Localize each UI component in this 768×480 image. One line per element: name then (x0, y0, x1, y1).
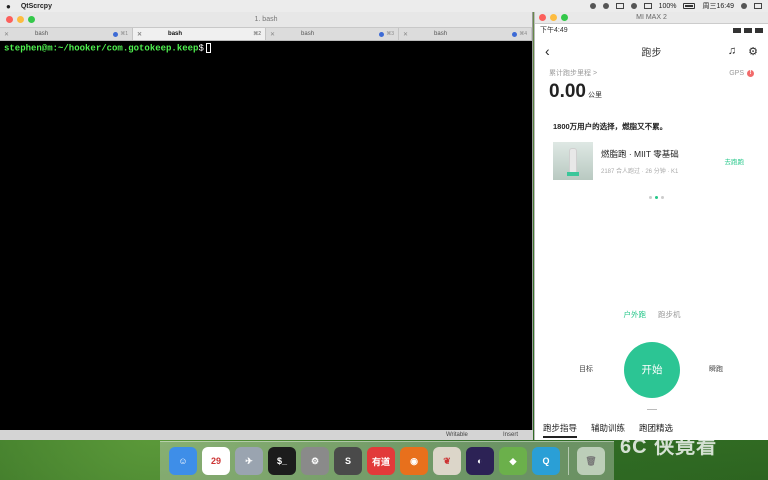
menu-bar: ● QtScrcpy 100% 周三16:49 (0, 0, 768, 12)
course-thumbnail (553, 142, 593, 180)
sublime-icon[interactable]: S (334, 447, 362, 475)
run-settings-button[interactable]: 瞬跑 (709, 364, 723, 374)
volume-icon[interactable] (643, 3, 652, 9)
terminal-window: 1. bash ✕ bash ⌘1 ✕ bash ⌘2 ✕ bash ⌘3 ✕ … (0, 12, 533, 440)
status-icon[interactable] (615, 3, 624, 9)
launchpad-icon[interactable]: ✈ (235, 447, 263, 475)
app-header: ‹ 跑步 ♫ ⚙ (535, 36, 768, 66)
run-mode-tabs: 户外跑 跑步机 (535, 309, 768, 320)
carousel-dots (545, 196, 768, 199)
finder-icon[interactable]: ☺ (169, 447, 197, 475)
menubar-app-name[interactable]: QtScrcpy (21, 3, 52, 10)
prompt-path: :~/hooker/com.gotokeep.keep (52, 43, 199, 54)
accumulated-distance-link[interactable]: 累计跑步里程 > (549, 68, 597, 78)
insert-status: Insert (503, 432, 519, 438)
terminal-status-bar: Writable Insert (0, 430, 533, 440)
menubar-time[interactable]: 周三16:49 (702, 1, 734, 11)
tab-bash-1[interactable]: ✕ bash ⌘1 (0, 28, 133, 40)
distance-header: 累计跑步里程 > GPS ! (535, 68, 768, 78)
battery-percent[interactable]: 100% (659, 3, 677, 10)
zoom-button[interactable] (561, 14, 568, 21)
qtscrcpy-icon[interactable]: Q (532, 447, 560, 475)
close-button[interactable] (6, 16, 13, 23)
gps-status[interactable]: GPS ! (729, 68, 754, 78)
prompt-symbol: $ (198, 43, 204, 54)
course-start-link[interactable]: 去跑跑 (725, 156, 745, 166)
terminal-output[interactable]: stephen@m:~/hooker/com.gotokeep.keep$ (0, 41, 532, 55)
phone-titlebar[interactable]: MI MAX 2 (535, 12, 768, 24)
promo-text: 1800万用户的选择，燃脂又不累。 (553, 122, 668, 131)
system-prefs-icon[interactable]: ⚙ (301, 447, 329, 475)
eclipse-icon[interactable]: ◐ (466, 447, 494, 475)
tab-bash-2[interactable]: ✕ bash ⌘2 (133, 28, 266, 40)
preview-icon[interactable]: ❦ (433, 447, 461, 475)
phone-window-title: MI MAX 2 (636, 14, 667, 21)
android-studio-icon[interactable]: ◆ (499, 447, 527, 475)
tab-running-guide[interactable]: 跑步指导 (543, 422, 578, 438)
signal-icon (733, 27, 741, 33)
dock: ☺ 29 ✈ $_ ⚙ S 有道 ◉ ❦ ◐ ◆ Q 🗑 (160, 441, 614, 480)
activity-icon (512, 31, 518, 37)
terminal-icon[interactable]: $_ (268, 447, 296, 475)
start-controls: 目标 开始 瞬跑 (535, 342, 768, 398)
activity-icon (113, 31, 119, 37)
tab-bash-4[interactable]: ✕ bash ⌘4 (399, 28, 532, 40)
calendar-icon[interactable]: 29 (202, 447, 230, 475)
back-icon[interactable]: ‹ (545, 43, 550, 59)
zoom-button[interactable] (28, 16, 35, 23)
carousel-dot (661, 196, 664, 199)
writable-status: Writable (446, 432, 468, 438)
tab-outdoor[interactable]: 户外跑 (624, 309, 647, 320)
trash-icon[interactable]: 🗑 (577, 447, 605, 475)
android-status-bar: 下午4:49 (535, 24, 768, 36)
youdao-icon[interactable]: 有道 (367, 447, 395, 475)
tab-treadmill[interactable]: 跑步机 (658, 309, 681, 320)
minimize-button[interactable] (17, 16, 24, 23)
course-card[interactable]: 燃脂跑 · MIIT 零基础 2187 合人跑过 · 26 分钟 · K1 去跑… (553, 142, 754, 180)
music-icon[interactable]: ♫ (728, 45, 736, 58)
terminal-titlebar[interactable]: 1. bash (0, 12, 532, 28)
distance-value: 0.00 (549, 81, 586, 102)
battery-icon (755, 27, 763, 33)
terminal-tab-bar: ✕ bash ⌘1 ✕ bash ⌘2 ✕ bash ⌘3 ✕ bash ⌘4 (0, 28, 532, 41)
target-button[interactable]: 目标 (579, 364, 593, 374)
distance-unit: 公里 (587, 92, 602, 99)
course-meta: 2187 合人跑过 · 26 分钟 · K1 (601, 168, 679, 175)
carousel-dot-active (655, 196, 658, 199)
battery-icon[interactable] (683, 3, 696, 9)
carousel-dot (649, 196, 652, 199)
gear-icon[interactable]: ⚙ (748, 45, 758, 58)
watermark: 6C 侠竟看 (620, 436, 718, 458)
firefox-icon[interactable]: ◉ (400, 447, 428, 475)
text-cursor (205, 43, 211, 53)
phone-mirror-window: MI MAX 2 下午4:49 ‹ 跑步 ♫ ⚙ 累计跑步里程 > GPS ! … (534, 12, 768, 440)
status-icon[interactable] (602, 3, 609, 9)
status-time: 下午4:49 (540, 27, 568, 34)
tab-bash-3[interactable]: ✕ bash ⌘3 (266, 28, 399, 40)
close-tab-icon[interactable]: ✕ (403, 31, 408, 38)
wifi-icon[interactable] (630, 3, 637, 9)
notification-center-icon[interactable] (754, 3, 762, 9)
spotlight-icon[interactable] (741, 3, 747, 9)
drag-handle[interactable] (647, 409, 657, 410)
close-tab-icon[interactable]: ✕ (137, 31, 142, 38)
terminal-title: 1. bash (254, 16, 278, 23)
close-tab-icon[interactable]: ✕ (270, 31, 275, 38)
minimize-button[interactable] (550, 14, 557, 21)
warning-icon: ! (747, 69, 754, 77)
close-tab-icon[interactable]: ✕ (4, 31, 9, 38)
apple-icon[interactable]: ● (6, 2, 11, 11)
distance-value-row: 0.00 公里 (535, 81, 768, 103)
wifi-icon (744, 27, 752, 33)
status-icon[interactable] (589, 3, 596, 9)
close-button[interactable] (539, 14, 546, 21)
activity-icon (379, 31, 385, 37)
start-button[interactable]: 开始 (624, 342, 680, 398)
course-name: 燃脂跑 · MIIT 零基础 (601, 148, 679, 159)
dock-separator (568, 447, 569, 475)
prompt-user: stephen@m (4, 43, 53, 54)
